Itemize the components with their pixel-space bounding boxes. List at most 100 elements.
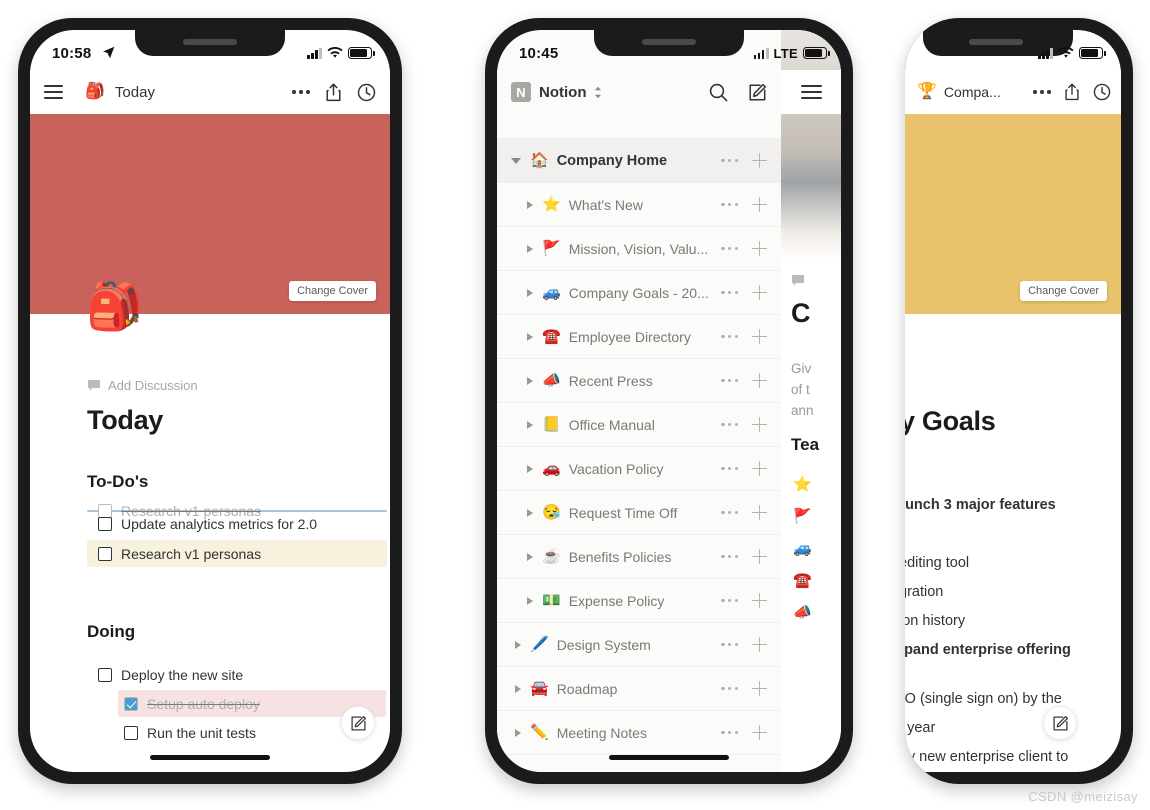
phone-3-nav-bar: 🏆 Compa... bbox=[905, 70, 1121, 114]
more-options-icon[interactable] bbox=[721, 598, 738, 603]
add-page-icon[interactable] bbox=[752, 153, 767, 168]
more-options-icon[interactable] bbox=[721, 290, 738, 295]
sidebar-item-roadmap[interactable]: 🚘 Roadmap bbox=[497, 667, 781, 711]
todo-item[interactable]: Update analytics metrics for 2.0 bbox=[98, 516, 317, 532]
add-page-icon[interactable] bbox=[752, 417, 767, 432]
todo-item[interactable]: Deploy the new site bbox=[98, 667, 243, 683]
add-page-icon[interactable] bbox=[752, 461, 767, 476]
sidebar-item-design-system[interactable]: 🖊️ Design System bbox=[497, 623, 781, 667]
page-cover[interactable]: Change Cover bbox=[905, 114, 1121, 314]
todo-item[interactable]: Run the unit tests bbox=[124, 725, 256, 741]
search-icon[interactable] bbox=[709, 83, 728, 102]
phone-2-menu-button[interactable] bbox=[781, 70, 841, 114]
add-page-icon[interactable] bbox=[752, 373, 767, 388]
todo-checkbox[interactable] bbox=[98, 547, 112, 561]
more-options-icon[interactable] bbox=[721, 334, 738, 339]
more-options-icon[interactable] bbox=[721, 730, 738, 735]
chevron-right-icon[interactable] bbox=[515, 728, 521, 737]
sidebar-item-office-manual[interactable]: 📒 Office Manual bbox=[497, 403, 781, 447]
share-icon[interactable] bbox=[325, 82, 342, 102]
workspace-switcher[interactable]: N Notion bbox=[511, 82, 602, 102]
more-options-icon[interactable] bbox=[721, 202, 738, 207]
sidebar-item-meeting-notes[interactable]: ✏️ Meeting Notes bbox=[497, 711, 781, 755]
signal-bars-icon bbox=[1038, 47, 1053, 59]
sidebar-item-recent-press[interactable]: 📣 Recent Press bbox=[497, 359, 781, 403]
todo-checkbox[interactable] bbox=[98, 517, 112, 531]
underlying-page-peek[interactable]: C Giv of t ann Tea ⭐ 🚩 🚙 ☎️ 📣 bbox=[781, 30, 841, 772]
clock-history-icon[interactable] bbox=[1093, 83, 1111, 101]
sidebar-row-actions bbox=[721, 593, 767, 608]
sidebar-item-request-time-off[interactable]: 😪 Request Time Off bbox=[497, 491, 781, 535]
add-page-icon[interactable] bbox=[752, 681, 767, 696]
chevron-right-icon[interactable] bbox=[527, 508, 533, 517]
sidebar-list-spacer bbox=[497, 114, 781, 139]
add-page-icon[interactable] bbox=[752, 549, 767, 564]
chevron-right-icon[interactable] bbox=[515, 684, 521, 693]
sidebar-item-company-goals-20[interactable]: 🚙 Company Goals - 20... bbox=[497, 271, 781, 315]
add-page-icon[interactable] bbox=[752, 241, 767, 256]
chevron-right-icon[interactable] bbox=[527, 464, 533, 473]
more-options-icon[interactable] bbox=[721, 422, 738, 427]
page-cover[interactable]: Change Cover bbox=[30, 114, 390, 314]
sidebar-item-company-home[interactable]: 🏠 Company Home bbox=[497, 139, 781, 183]
add-page-icon[interactable] bbox=[752, 725, 767, 740]
more-options-icon[interactable] bbox=[721, 158, 738, 163]
todo-checkbox-checked[interactable] bbox=[124, 697, 138, 711]
sidebar-item-emoji: 🖊️ bbox=[530, 636, 549, 653]
chevron-down-icon[interactable] bbox=[511, 157, 521, 164]
more-options-icon[interactable] bbox=[292, 90, 310, 94]
chevron-right-icon[interactable] bbox=[515, 640, 521, 649]
page-icon-emoji[interactable]: 🎒 bbox=[86, 283, 143, 329]
more-options-icon[interactable] bbox=[721, 642, 738, 647]
chevron-right-icon[interactable] bbox=[527, 244, 533, 253]
compose-fab-button[interactable] bbox=[341, 706, 375, 740]
add-page-icon[interactable] bbox=[752, 329, 767, 344]
more-options-icon[interactable] bbox=[721, 686, 738, 691]
sidebar-item-benefits-policies[interactable]: ☕ Benefits Policies bbox=[497, 535, 781, 579]
chevron-right-icon[interactable] bbox=[527, 288, 533, 297]
more-options-icon[interactable] bbox=[721, 554, 738, 559]
chevron-right-icon[interactable] bbox=[527, 420, 533, 429]
more-options-icon[interactable] bbox=[1033, 90, 1051, 94]
add-page-icon[interactable] bbox=[752, 285, 767, 300]
page-title[interactable]: y Goals bbox=[905, 406, 996, 437]
sidebar-item-expense-policy[interactable]: 💵 Expense Policy bbox=[497, 579, 781, 623]
add-page-icon[interactable] bbox=[752, 593, 767, 608]
peek-emoji-phone: ☎️ bbox=[793, 572, 812, 589]
chevron-right-icon[interactable] bbox=[527, 596, 533, 605]
add-page-icon[interactable] bbox=[752, 637, 767, 652]
chevron-right-icon[interactable] bbox=[527, 200, 533, 209]
peek-paragraph-line: of t bbox=[791, 382, 810, 397]
add-page-icon[interactable] bbox=[752, 505, 767, 520]
more-options-icon[interactable] bbox=[721, 510, 738, 515]
sidebar-page-list[interactable]: 🏠 Company Home ⭐ What's New 🚩 Mission, Vision… bbox=[497, 114, 781, 772]
hamburger-menu-icon[interactable] bbox=[800, 85, 822, 99]
compose-edit-icon[interactable] bbox=[748, 83, 767, 102]
more-options-icon[interactable] bbox=[721, 378, 738, 383]
todo-item-completed[interactable]: Setup auto deploy bbox=[124, 696, 260, 712]
clock-history-icon[interactable] bbox=[357, 83, 376, 102]
todo-checkbox[interactable] bbox=[124, 726, 138, 740]
sidebar-item-what-s-new[interactable]: ⭐ What's New bbox=[497, 183, 781, 227]
change-cover-button[interactable]: Change Cover bbox=[289, 281, 376, 301]
chevron-right-icon[interactable] bbox=[527, 376, 533, 385]
more-options-icon[interactable] bbox=[721, 466, 738, 471]
chevron-right-icon[interactable] bbox=[527, 552, 533, 561]
todo-checkbox[interactable] bbox=[98, 668, 112, 682]
hamburger-menu-icon[interactable] bbox=[44, 85, 63, 99]
todo-label: Setup auto deploy bbox=[147, 696, 260, 712]
sidebar-item-employee-directory[interactable]: ☎️ Employee Directory bbox=[497, 315, 781, 359]
more-options-icon[interactable] bbox=[721, 246, 738, 251]
chevron-right-icon[interactable] bbox=[527, 332, 533, 341]
share-icon[interactable] bbox=[1064, 83, 1080, 101]
page-title[interactable]: Today bbox=[87, 405, 163, 436]
sidebar-row-actions bbox=[721, 549, 767, 564]
change-cover-button[interactable]: Change Cover bbox=[1020, 281, 1107, 301]
todo-item[interactable]: Research v1 personas bbox=[98, 546, 261, 562]
add-discussion-button[interactable]: Add Discussion bbox=[87, 378, 198, 393]
add-page-icon[interactable] bbox=[752, 197, 767, 212]
compose-fab-button[interactable] bbox=[1043, 706, 1077, 740]
sidebar-item-vacation-policy[interactable]: 🚗 Vacation Policy bbox=[497, 447, 781, 491]
home-indicator bbox=[150, 755, 270, 760]
sidebar-item-mission-vision-valu[interactable]: 🚩 Mission, Vision, Valu... bbox=[497, 227, 781, 271]
